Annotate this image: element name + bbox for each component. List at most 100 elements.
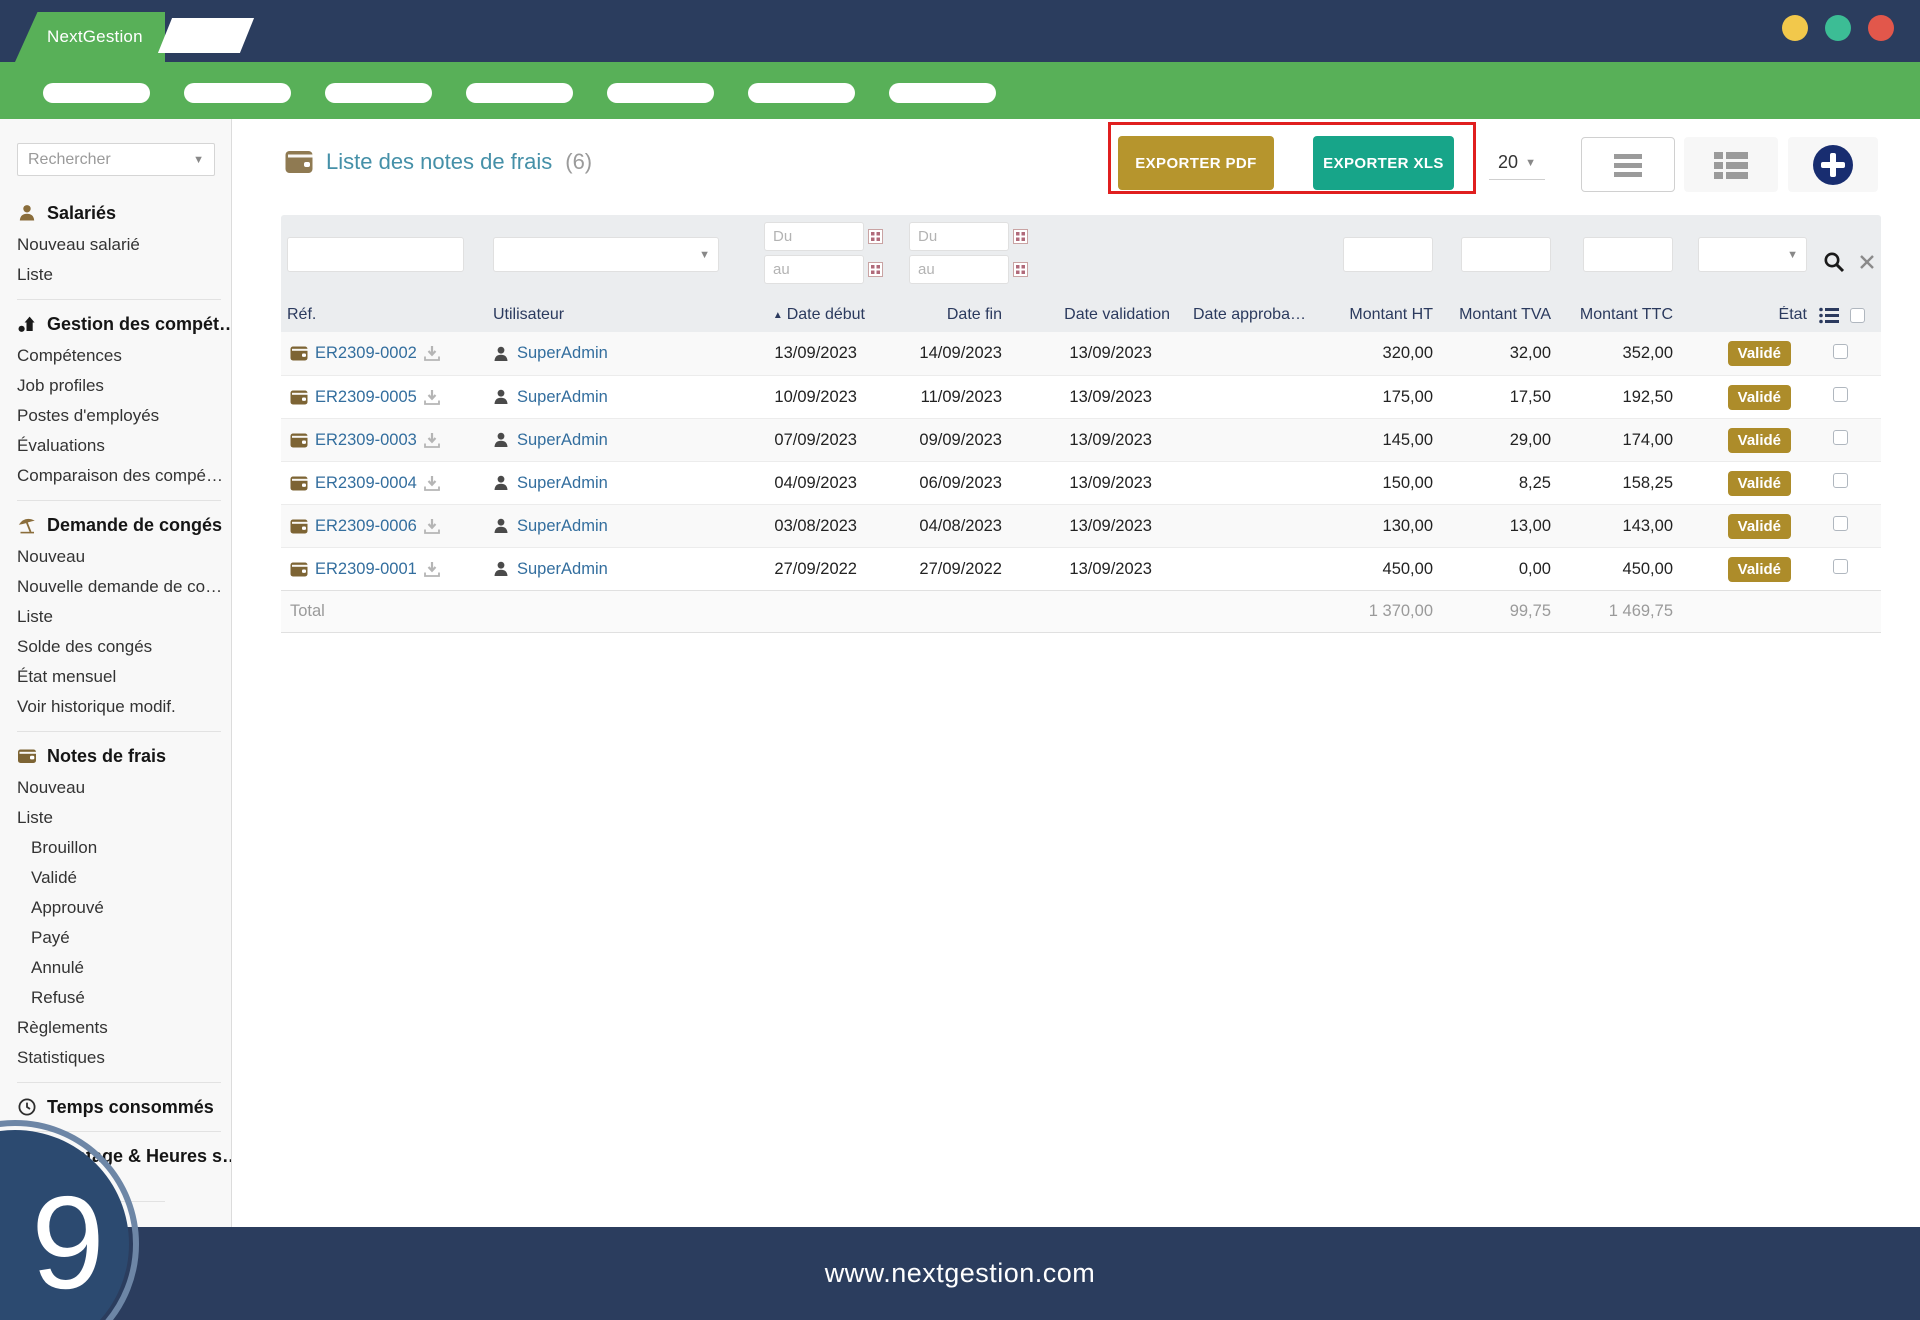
expense-note-link[interactable]: ER2309-0002	[315, 344, 417, 363]
expense-note-link[interactable]: ER2309-0006	[315, 517, 417, 536]
sidebar-item[interactable]: Liste	[17, 260, 221, 290]
sidebar-item[interactable]: Statistiques	[17, 1043, 221, 1073]
sidebar-item[interactable]: Solde des congés	[17, 632, 221, 662]
sidebar-section-clock[interactable]: Temps consommés	[17, 1092, 221, 1122]
export-pdf-button[interactable]: EXPORTER PDF	[1118, 136, 1274, 190]
table-row[interactable]: ER2309-0002 SuperAdmin 13/09/2023 14/09/…	[281, 332, 1881, 375]
date-fin-to-input[interactable]	[909, 255, 1009, 284]
montant-ht-filter-input[interactable]	[1343, 237, 1433, 272]
clear-filters-icon[interactable]	[1859, 254, 1875, 270]
user-link[interactable]: SuperAdmin	[517, 344, 608, 363]
sidebar-item[interactable]: Règlements	[17, 1013, 221, 1043]
expense-note-link[interactable]: ER2309-0004	[315, 474, 417, 493]
sidebar-item[interactable]: Nouvelle demande de co…	[17, 572, 221, 602]
column-header-date-validation[interactable]: Date validation	[1016, 306, 1176, 324]
download-icon[interactable]	[424, 346, 440, 361]
expense-note-link[interactable]: ER2309-0003	[315, 431, 417, 450]
download-icon[interactable]	[424, 562, 440, 577]
row-checkbox[interactable]	[1833, 559, 1848, 574]
page-size-select[interactable]: 20 ▼	[1489, 146, 1545, 180]
window-dot-red[interactable]	[1868, 15, 1894, 41]
search-icon[interactable]	[1823, 251, 1845, 273]
user-link[interactable]: SuperAdmin	[517, 431, 608, 450]
sidebar-item[interactable]: Validé	[17, 863, 221, 893]
user-link[interactable]: SuperAdmin	[517, 474, 608, 493]
row-checkbox[interactable]	[1833, 430, 1848, 445]
select-all-checkbox[interactable]	[1850, 308, 1865, 323]
date-debut-from-input[interactable]	[764, 222, 864, 251]
download-icon[interactable]	[424, 519, 440, 534]
sidebar-item[interactable]: État mensuel	[17, 662, 221, 692]
menu-pill[interactable]	[466, 83, 573, 103]
sidebar-item[interactable]: Payé	[17, 923, 221, 953]
sidebar-section-umbrella[interactable]: Demande de congés	[17, 510, 221, 540]
menu-pill[interactable]	[748, 83, 855, 103]
row-checkbox[interactable]	[1833, 387, 1848, 402]
menu-pill[interactable]	[184, 83, 291, 103]
menu-pill[interactable]	[889, 83, 996, 103]
table-row[interactable]: ER2309-0001 SuperAdmin 27/09/2022 27/09/…	[281, 547, 1881, 590]
ref-filter-input[interactable]	[287, 237, 464, 272]
column-header-date-debut[interactable]: ▲Date début	[701, 306, 871, 324]
expense-note-link[interactable]: ER2309-0005	[315, 388, 417, 407]
column-header-montant-tva[interactable]: Montant TVA	[1441, 306, 1559, 324]
sidebar-item[interactable]: Évaluations	[17, 431, 221, 461]
grid-view-button[interactable]	[1684, 137, 1778, 192]
row-checkbox[interactable]	[1833, 473, 1848, 488]
download-icon[interactable]	[424, 433, 440, 448]
date-fin-from-input[interactable]	[909, 222, 1009, 251]
sidebar-section-wallet[interactable]: Notes de frais	[17, 741, 221, 771]
download-icon[interactable]	[424, 476, 440, 491]
column-settings-icon[interactable]	[1819, 307, 1839, 324]
download-icon[interactable]	[424, 390, 440, 405]
sidebar-item[interactable]: Voir historique modif.	[17, 692, 221, 722]
window-dot-yellow[interactable]	[1782, 15, 1808, 41]
export-xls-button[interactable]: EXPORTER XLS	[1313, 136, 1454, 190]
sidebar-item[interactable]: Job profiles	[17, 371, 221, 401]
menu-pill[interactable]	[607, 83, 714, 103]
montant-tva-filter-input[interactable]	[1461, 237, 1551, 272]
column-header-etat[interactable]: État	[1681, 306, 1813, 324]
sidebar-section-person[interactable]: Salariés	[17, 198, 221, 228]
table-row[interactable]: ER2309-0004 SuperAdmin 04/09/2023 06/09/…	[281, 461, 1881, 504]
date-debut-to-input[interactable]	[764, 255, 864, 284]
row-checkbox[interactable]	[1833, 344, 1848, 359]
sidebar-item[interactable]: Postes d'employés	[17, 401, 221, 431]
column-header-ref[interactable]: Réf.	[281, 306, 481, 324]
expense-note-link[interactable]: ER2309-0001	[315, 560, 417, 579]
menu-pill[interactable]	[43, 83, 150, 103]
column-header-montant-ht[interactable]: Montant HT	[1321, 306, 1441, 324]
montant-ttc-filter-input[interactable]	[1583, 237, 1673, 272]
column-header-utilisateur[interactable]: Utilisateur	[481, 306, 701, 324]
sidebar-item[interactable]: Nouveau salarié	[17, 230, 221, 260]
table-row[interactable]: ER2309-0003 SuperAdmin 07/09/2023 09/09/…	[281, 418, 1881, 461]
sidebar-section-checklist[interactable]: Pointage & Heures s…	[17, 1141, 221, 1171]
user-link[interactable]: SuperAdmin	[517, 517, 608, 536]
add-expense-note-button[interactable]	[1788, 137, 1878, 192]
column-header-montant-ttc[interactable]: Montant TTC	[1559, 306, 1681, 324]
sidebar-item[interactable]: Nouveau	[17, 773, 221, 803]
sidebar-item[interactable]: Liste	[17, 602, 221, 632]
user-filter-select[interactable]: ▼	[493, 237, 719, 272]
sidebar-item[interactable]: Liste	[17, 803, 221, 833]
sidebar-item[interactable]: Brouillon	[17, 833, 221, 863]
sidebar-search-select[interactable]: Rechercher ▼	[17, 143, 215, 176]
sidebar-item[interactable]: Annulé	[17, 953, 221, 983]
table-row[interactable]: ER2309-0005 SuperAdmin 10/09/2023 11/09/…	[281, 375, 1881, 418]
user-link[interactable]: SuperAdmin	[517, 560, 608, 579]
user-link[interactable]: SuperAdmin	[517, 388, 608, 407]
sidebar-item[interactable]: Refusé	[17, 983, 221, 1013]
sidebar-item[interactable]: Nouveau	[17, 542, 221, 572]
column-header-date-approbation[interactable]: Date approba…	[1176, 306, 1321, 324]
etat-filter-select[interactable]: ▼	[1698, 237, 1807, 272]
column-header-date-fin[interactable]: Date fin	[871, 306, 1016, 324]
sidebar-item[interactable]: Approuvé	[17, 893, 221, 923]
sidebar-section-skills[interactable]: Gestion des compét…	[17, 309, 221, 339]
list-view-button[interactable]	[1581, 137, 1675, 192]
window-dot-green[interactable]	[1825, 15, 1851, 41]
row-checkbox[interactable]	[1833, 516, 1848, 531]
menu-pill[interactable]	[325, 83, 432, 103]
table-row[interactable]: ER2309-0006 SuperAdmin 03/08/2023 04/08/…	[281, 504, 1881, 547]
sidebar-item[interactable]: Comparaison des compé…	[17, 461, 221, 491]
sidebar-item[interactable]: Compétences	[17, 341, 221, 371]
